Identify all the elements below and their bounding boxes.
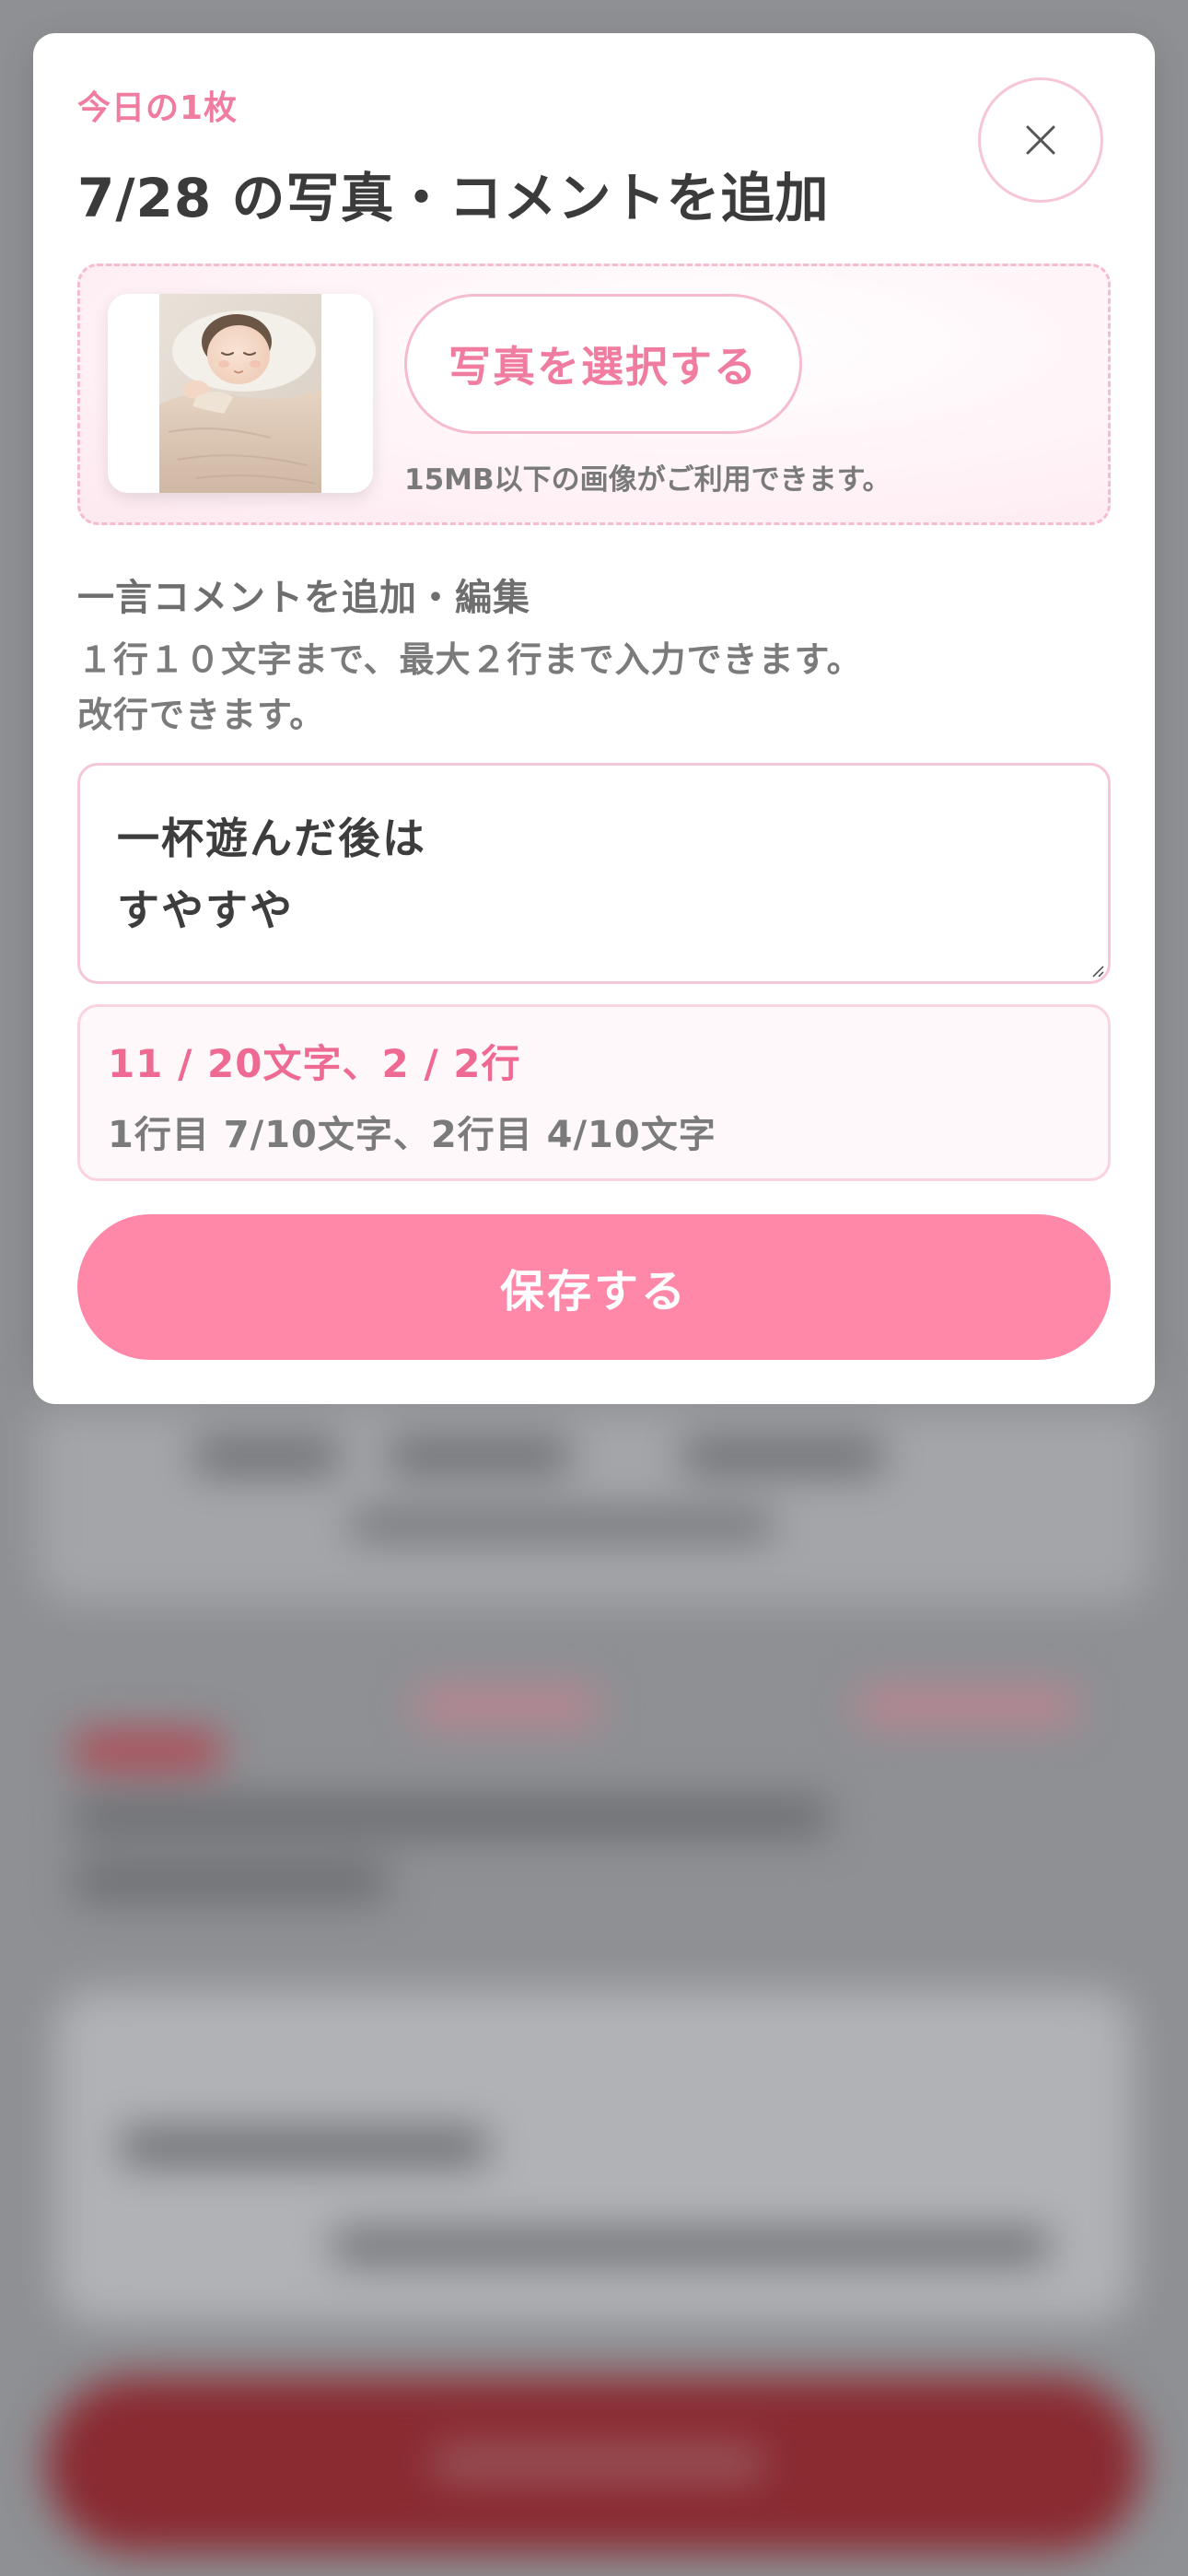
comment-help-line: １行１０文字まで、最大２行まで入力できます。 [77,639,863,680]
counter-total: 11 / 20文字、2 / 2行 [108,1041,521,1086]
photo-upload-zone[interactable]: 写真を選択する 15MB以下の画像がご利用できます。 [77,263,1111,525]
close-button[interactable] [978,77,1103,203]
character-counter: 11 / 20文字、2 / 2行 1行目 7/10文字、2行目 4/10文字 [77,1004,1111,1181]
photo-thumbnail [108,294,373,493]
dialog-title: 7/28 の写真・コメントを追加 [77,167,830,229]
dialog-eyebrow: 今日の1枚 [77,89,239,127]
comment-section-heading: 一言コメントを追加・編集 [77,577,530,619]
select-photo-button[interactable]: 写真を選択する [404,294,802,434]
save-button[interactable]: 保存する [77,1214,1111,1360]
comment-text-line: すやすや [117,885,294,935]
close-icon [1025,124,1056,156]
comment-help-text: １行１０文字まで、最大２行まで入力できます。 改行できます。 [77,632,863,743]
baby-photo-image [159,294,321,493]
comment-help-line: 改行できます。 [77,695,326,735]
counter-per-line: 1行目 7/10文字、2行目 4/10文字 [108,1114,716,1156]
comment-text-line: 一杯遊んだ後は [117,814,426,863]
comment-textarea[interactable]: 一杯遊んだ後は すやすや [77,763,1111,984]
add-photo-comment-dialog: 今日の1枚 7/28 の写真・コメントを追加 写真を選択する 15MB以下の画像… [33,33,1155,1404]
resize-handle-icon[interactable] [1091,965,1104,978]
upload-size-note: 15MB以下の画像がご利用できます。 [404,463,891,497]
